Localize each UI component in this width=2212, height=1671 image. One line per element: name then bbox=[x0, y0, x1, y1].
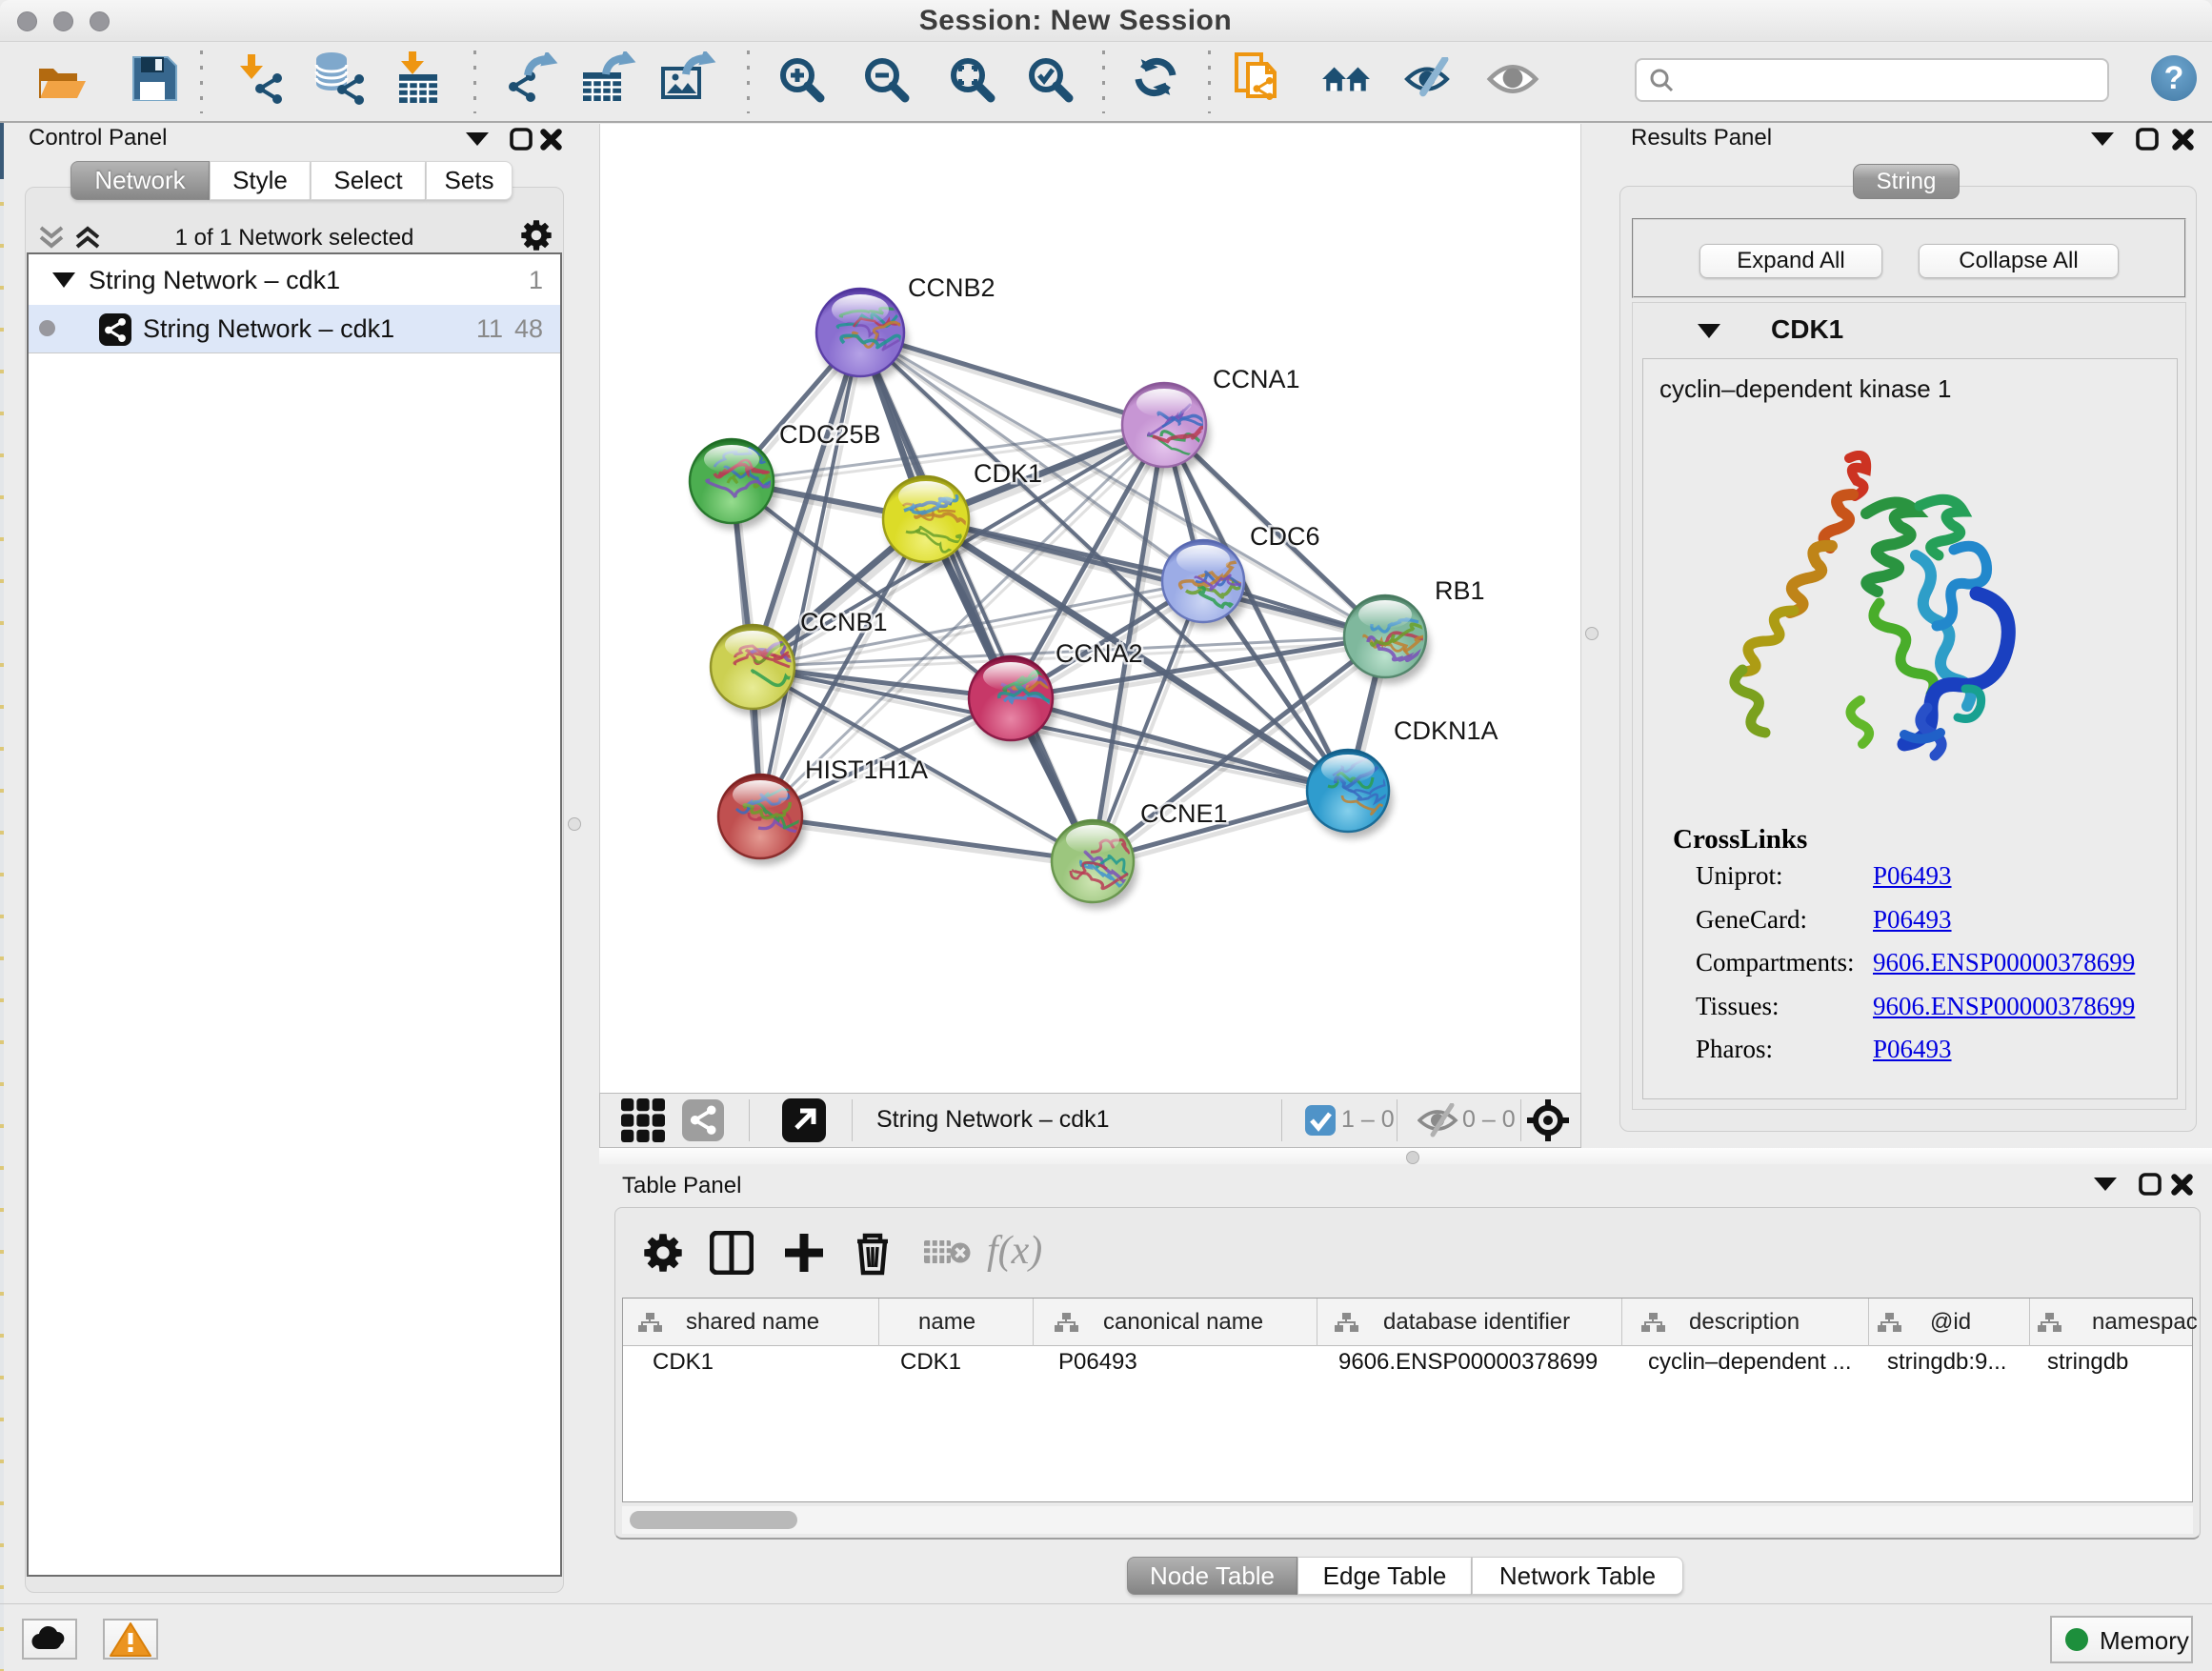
svg-text:RB1: RB1 bbox=[1435, 576, 1485, 605]
svg-text:CDC6: CDC6 bbox=[1250, 522, 1320, 551]
svg-text:CCNE1: CCNE1 bbox=[1140, 799, 1228, 828]
svg-text:CDC25B: CDC25B bbox=[779, 420, 881, 449]
svg-text:CCNA2: CCNA2 bbox=[1056, 639, 1143, 668]
svg-text:CDK1: CDK1 bbox=[974, 459, 1042, 488]
svg-text:CDKN1A: CDKN1A bbox=[1394, 716, 1498, 745]
svg-text:CCNB1: CCNB1 bbox=[800, 608, 888, 636]
svg-text:HIST1H1A: HIST1H1A bbox=[805, 755, 928, 784]
svg-text:CCNB2: CCNB2 bbox=[908, 273, 995, 302]
svg-text:CCNA1: CCNA1 bbox=[1213, 365, 1300, 393]
